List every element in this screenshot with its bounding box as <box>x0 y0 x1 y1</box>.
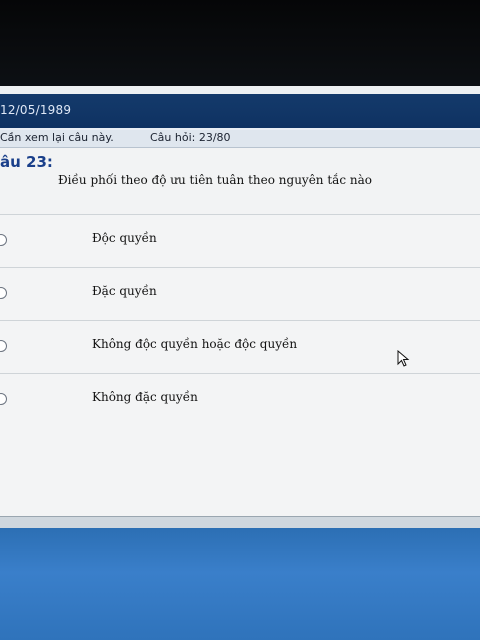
answer-option-4[interactable]: Không đặc quyền <box>0 374 480 427</box>
radio-button-icon[interactable] <box>0 287 7 299</box>
monitor-bezel <box>0 0 480 86</box>
answer-option-label: Đặc quyền <box>92 284 157 298</box>
answer-option-label: Không đặc quyền <box>92 390 198 404</box>
question-area: âu 23: Điều phối theo độ ưu tiên tuân th… <box>0 148 480 215</box>
header-bar: 12/05/1989 <box>0 94 480 132</box>
blank-content-area <box>0 426 480 516</box>
review-flag-label[interactable]: Cần xem lại câu này. <box>0 131 114 144</box>
answer-option-1[interactable]: Độc quyền <box>0 215 480 268</box>
radio-button-icon[interactable] <box>0 340 7 352</box>
taskbar <box>0 528 480 640</box>
question-counter: Câu hỏi: 23/80 <box>150 131 231 144</box>
radio-button-icon[interactable] <box>0 393 7 405</box>
header-date: 12/05/1989 <box>0 103 72 117</box>
radio-button-icon[interactable] <box>0 234 7 246</box>
question-number: âu 23: <box>0 153 53 171</box>
question-text: Điều phối theo độ ưu tiên tuân theo nguy… <box>58 173 372 187</box>
info-bar: Cần xem lại câu này. Câu hỏi: 23/80 <box>0 130 480 148</box>
answer-option-label: Độc quyền <box>92 231 157 245</box>
quiz-window: 12/05/1989 Cần xem lại câu này. Câu hỏi:… <box>0 86 480 640</box>
answer-option-label: Không độc quyền hoặc độc quyền <box>92 337 298 351</box>
answer-option-2[interactable]: Đặc quyền <box>0 268 480 321</box>
mouse-pointer-icon <box>397 350 410 367</box>
